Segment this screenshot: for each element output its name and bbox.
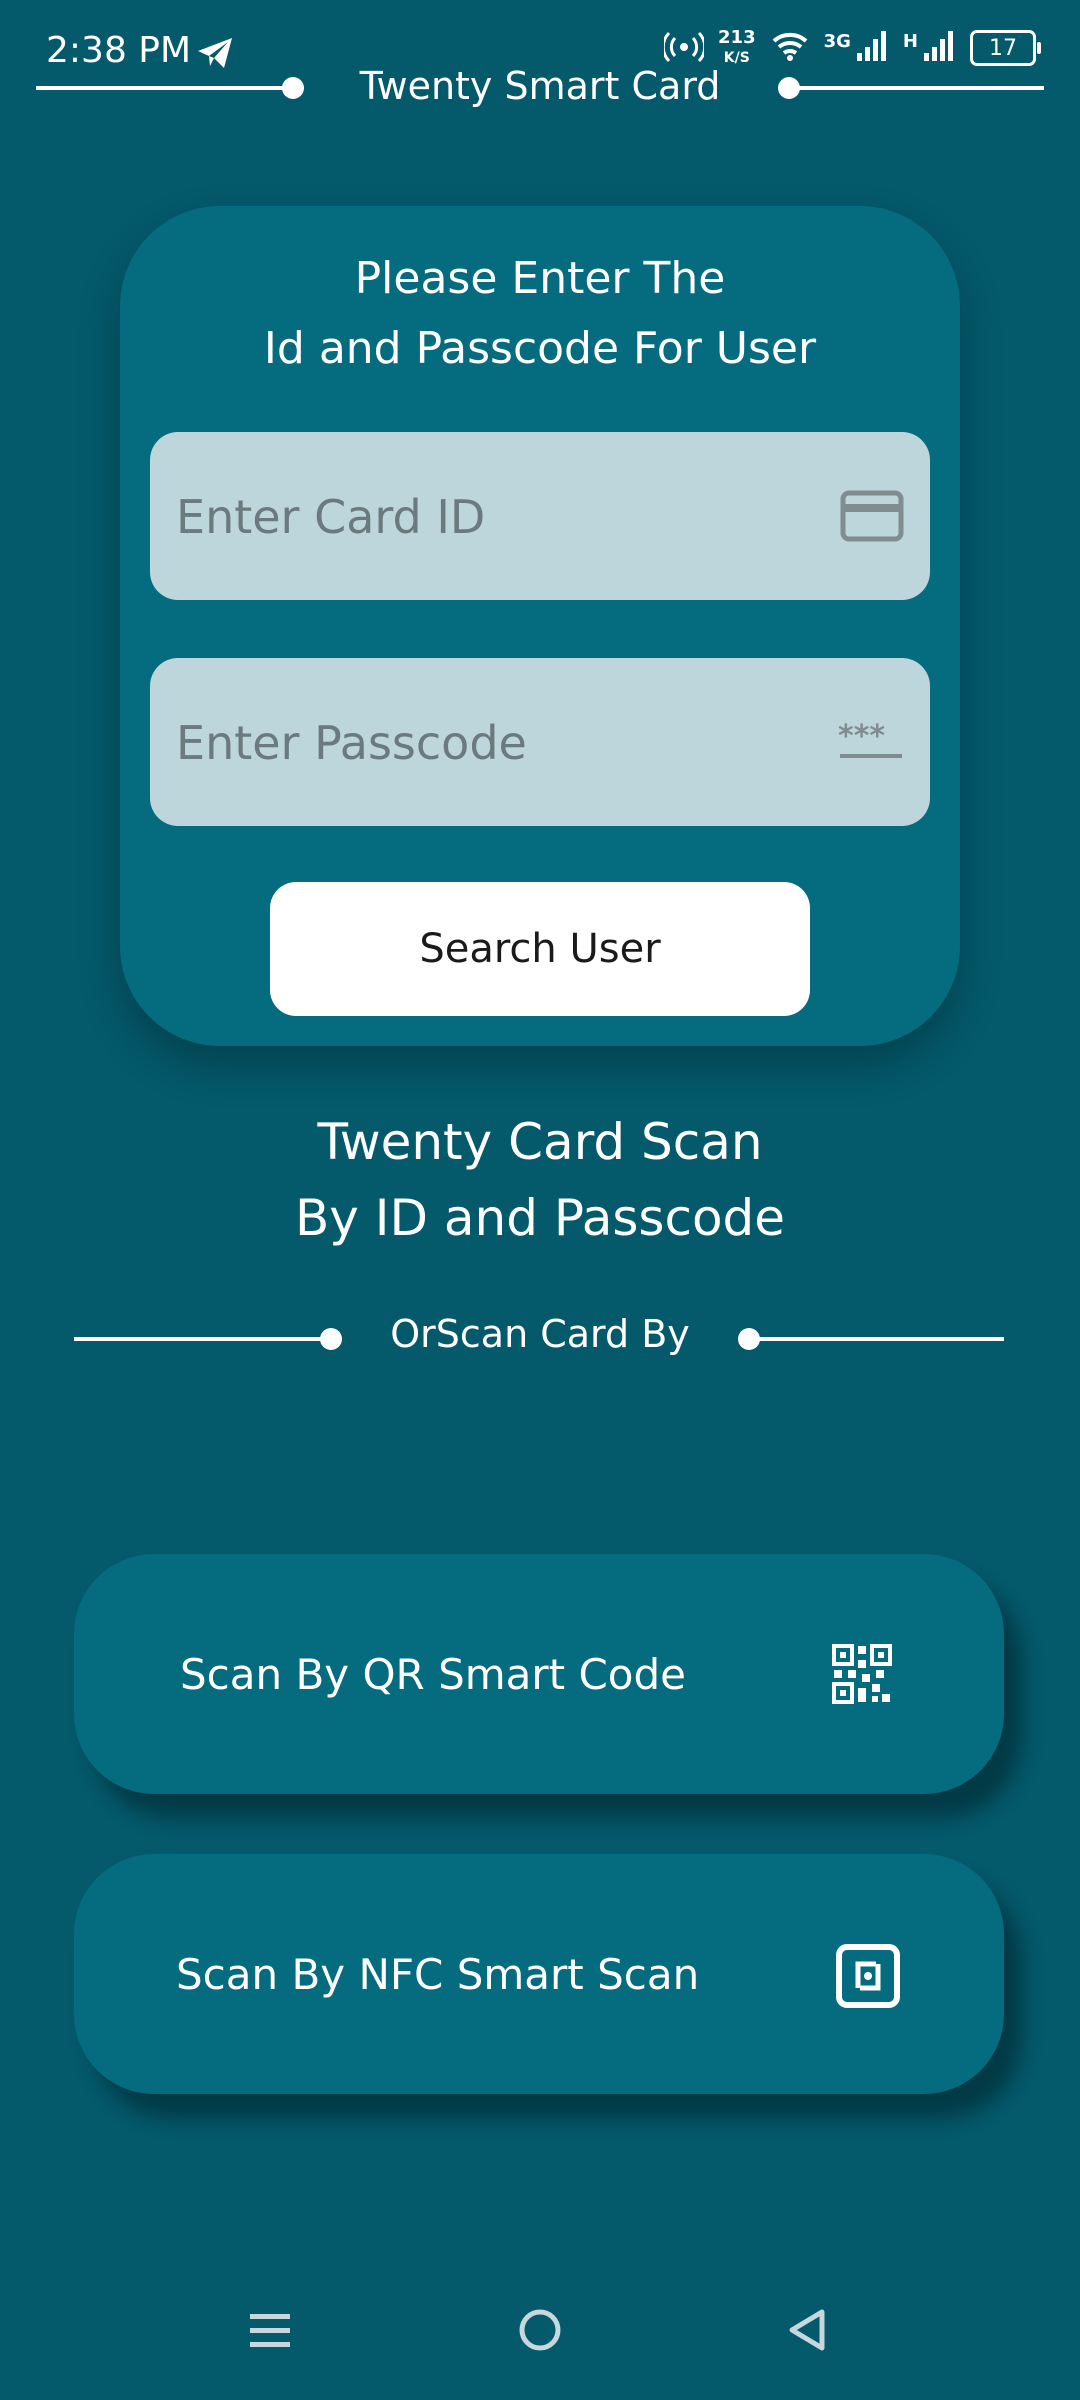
network-3g-label: 3G <box>823 30 851 52</box>
signal-icon <box>855 29 889 68</box>
scan-qr-label: Scan By QR Smart Code <box>180 1649 686 1699</box>
divider-line-right <box>748 1337 1004 1341</box>
prompt-line-2: Id and Passcode For User <box>263 323 817 374</box>
divider-text: OrScan Card By <box>390 1312 690 1356</box>
battery-icon: 17 <box>970 30 1041 66</box>
scan-qr-button[interactable]: Scan By QR Smart Code <box>74 1554 1004 1794</box>
menu-button[interactable] <box>248 2308 292 2356</box>
hotspot-icon <box>661 29 707 68</box>
qr-code-icon <box>832 1644 892 1708</box>
scan-title-line-2: By ID and Passcode <box>294 1189 786 1247</box>
status-icons: 213 K/S 3G H 17 <box>661 28 1041 68</box>
network-h-label: H <box>902 30 918 52</box>
scan-title-line-1: Twenty Card Scan <box>317 1113 763 1171</box>
scan-title: Twenty Card Scan By ID and Passcode <box>0 1104 1080 1256</box>
nfc-icon <box>836 1944 900 2012</box>
signal-icon-2 <box>922 29 956 68</box>
scan-nfc-button[interactable]: Scan By NFC Smart Scan <box>74 1854 1004 2094</box>
home-button[interactable] <box>518 2308 562 2356</box>
menu-icon <box>248 2314 292 2356</box>
wifi-icon <box>770 29 810 68</box>
prompt-line-1: Please Enter The <box>354 253 726 304</box>
credit-card-icon <box>840 490 904 546</box>
card-id-input[interactable] <box>174 432 818 602</box>
net-speed: 213 K/S <box>718 28 756 68</box>
login-card: Please Enter The Id and Passcode For Use… <box>120 206 960 1046</box>
password-icon: *** <box>838 719 904 766</box>
login-prompt: Please Enter The Id and Passcode For Use… <box>120 244 960 384</box>
search-user-button[interactable]: Search User <box>270 882 810 1016</box>
back-button[interactable] <box>786 2308 830 2356</box>
net-speed-value: 213 <box>718 27 756 48</box>
back-icon <box>786 2309 830 2356</box>
card-id-field[interactable] <box>150 432 930 602</box>
battery-level: 17 <box>989 35 1017 61</box>
home-icon <box>518 2309 562 2356</box>
scan-nfc-label: Scan By NFC Smart Scan <box>176 1949 700 1999</box>
header-line-right <box>788 86 1044 90</box>
svg-text:***: *** <box>838 722 885 754</box>
passcode-field[interactable]: *** <box>150 658 930 828</box>
passcode-input[interactable] <box>174 658 818 828</box>
